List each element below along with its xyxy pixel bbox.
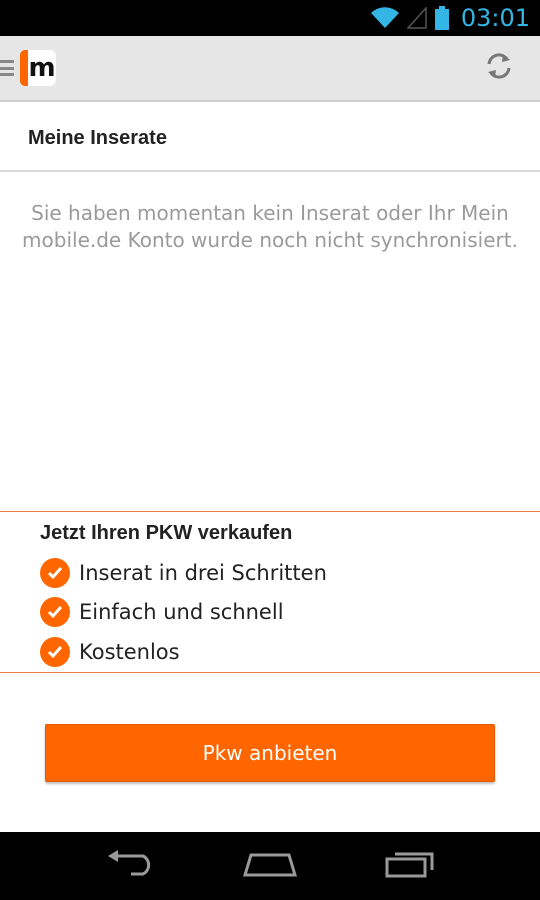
- check-icon: [40, 557, 70, 588]
- recent-apps-button[interactable]: [370, 832, 450, 900]
- logo-letter: m: [28, 50, 56, 86]
- status-time: 03:01: [460, 4, 530, 32]
- empty-state-message: Sie haben momentan kein Inserat oder Ihr…: [22, 201, 518, 252]
- page-title: Meine Inserate: [28, 126, 167, 149]
- list-item: Inserat in drei Schritten: [40, 553, 327, 593]
- pkw-anbieten-button[interactable]: Pkw anbieten: [45, 724, 495, 782]
- signal-icon: [406, 7, 427, 29]
- drawer-icon: [0, 60, 14, 76]
- status-bar: 03:01: [0, 0, 540, 36]
- promo-title: Jetzt Ihren PKW verkaufen: [40, 522, 293, 544]
- list-item: Kostenlos: [40, 632, 327, 672]
- list-item-label: Einfach und schnell: [79, 600, 284, 625]
- check-icon: [40, 597, 70, 628]
- home-up-button[interactable]: m: [0, 35, 56, 101]
- list-item-label: Kostenlos: [79, 639, 180, 664]
- recent-apps-icon: [385, 850, 435, 883]
- action-bar: m: [0, 36, 540, 102]
- app-logo: m: [20, 50, 56, 86]
- section-divider: [0, 170, 540, 172]
- home-button[interactable]: [230, 832, 310, 900]
- refresh-icon: [483, 50, 515, 87]
- battery-icon: [434, 6, 449, 30]
- promo-list: Inserat in drei Schritten Einfach und sc…: [40, 553, 327, 672]
- list-item: Einfach und schnell: [40, 593, 327, 633]
- wifi-icon: [370, 7, 399, 29]
- list-item-label: Inserat in drei Schritten: [79, 560, 327, 585]
- back-button[interactable]: [90, 832, 170, 900]
- home-icon: [242, 851, 298, 882]
- check-icon: [40, 636, 70, 667]
- promo-divider-top: [0, 511, 540, 512]
- navigation-bar: [0, 832, 540, 900]
- promo-divider-bottom: [0, 672, 540, 673]
- refresh-button[interactable]: [466, 35, 532, 101]
- back-icon: [105, 849, 155, 883]
